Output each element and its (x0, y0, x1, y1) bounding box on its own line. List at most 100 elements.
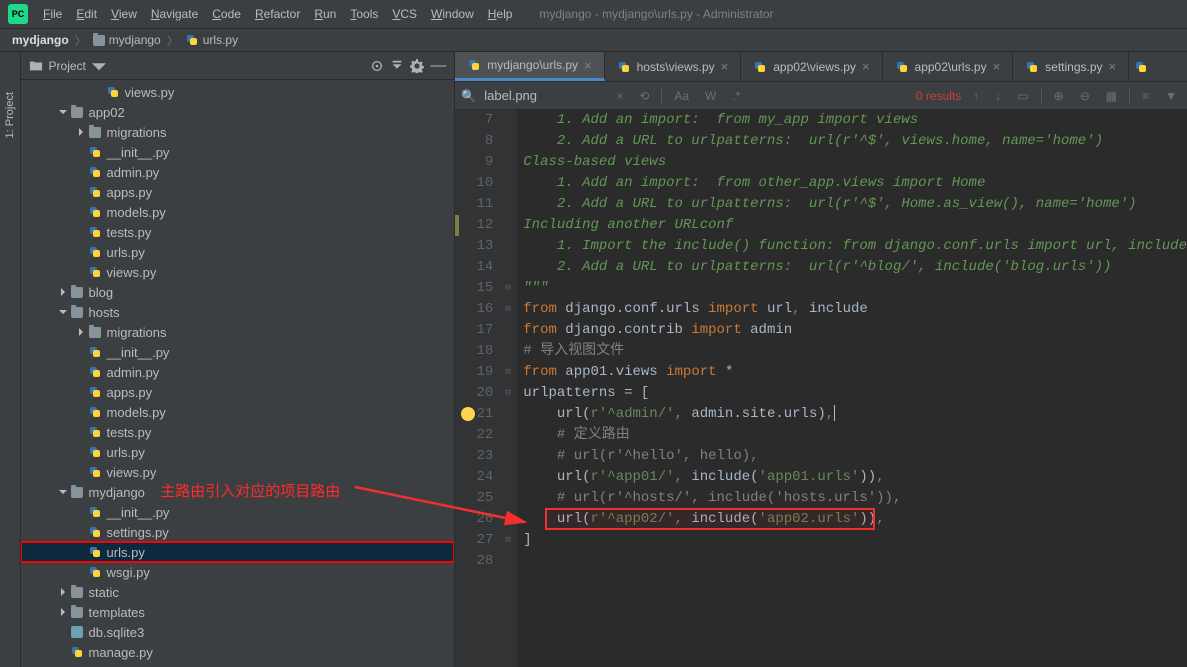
funnel-icon[interactable]: ▼ (1161, 87, 1181, 105)
collapse-icon[interactable] (390, 59, 404, 73)
close-icon[interactable]: × (584, 58, 592, 73)
case-icon[interactable]: Aa (670, 87, 693, 105)
project-tool-tab[interactable]: 1: Project (4, 92, 16, 138)
line-10[interactable]: 1. Add an import: from other_app.views i… (523, 173, 1187, 194)
line-19[interactable]: from app01.views import * (523, 362, 1187, 383)
select-all-icon[interactable]: ▭ (1013, 87, 1032, 105)
line-17[interactable]: from django.contrib import admin (523, 320, 1187, 341)
remove-selection-icon[interactable]: ⊖ (1076, 87, 1094, 105)
close-icon[interactable]: × (1109, 59, 1117, 74)
close-icon[interactable]: × (721, 59, 729, 74)
tree-node-wsgi.py[interactable]: wsgi.py (21, 562, 455, 582)
menu-navigate[interactable]: Navigate (144, 3, 205, 25)
tree-node-mydjango[interactable]: mydjango (21, 482, 455, 502)
tree-node-views.py[interactable]: views.py (21, 462, 455, 482)
regex-icon[interactable]: .* (728, 87, 744, 105)
tree-node-__init__.py[interactable]: __init__.py (21, 342, 455, 362)
tree-node-tests.py[interactable]: tests.py (21, 422, 455, 442)
tree-node-models.py[interactable]: models.py (21, 402, 455, 422)
code-content[interactable]: 1. Add an import: from my_app import vie… (517, 110, 1187, 667)
history-icon[interactable]: ⟲ (635, 87, 653, 105)
line-22[interactable]: # 定义路由 (523, 425, 1187, 446)
line-20[interactable]: urlpatterns = [ (523, 383, 1187, 404)
menu-vcs[interactable]: VCS (385, 3, 424, 25)
tool-window-strip[interactable]: 1: Project (0, 52, 21, 667)
crumb-2[interactable]: urls.py (181, 33, 242, 47)
tree-node-settings.py[interactable]: settings.py (21, 522, 455, 542)
tab-hosts-views-py[interactable]: hosts\views.py× (605, 52, 742, 81)
tab-settings-py[interactable]: settings.py× (1013, 52, 1129, 81)
line-9[interactable]: Class-based views (523, 152, 1187, 173)
tree-node-models.py[interactable]: models.py (21, 202, 455, 222)
line-7[interactable]: 1. Add an import: from my_app import vie… (523, 110, 1187, 131)
line-18[interactable]: # 导入视图文件 (523, 341, 1187, 362)
prev-icon[interactable]: ↑ (969, 87, 983, 105)
scope-icon[interactable] (370, 59, 384, 73)
menu-view[interactable]: View (104, 3, 144, 25)
tree-node-apps.py[interactable]: apps.py (21, 182, 455, 202)
tree-node-admin.py[interactable]: admin.py (21, 162, 455, 182)
line-28[interactable] (523, 551, 1187, 572)
tree-node-__init__.py[interactable]: __init__.py (21, 502, 455, 522)
tree-node-urls.py[interactable]: urls.py (21, 442, 455, 462)
tree-node-tests.py[interactable]: tests.py (21, 222, 455, 242)
menu-refactor[interactable]: Refactor (248, 3, 307, 25)
line-15[interactable]: """ (523, 278, 1187, 299)
dropdown-icon[interactable] (92, 59, 106, 73)
close-icon[interactable]: × (993, 59, 1001, 74)
line-21[interactable]: url(r'^admin/', admin.site.urls), (523, 404, 1187, 425)
gutter[interactable]: 7891011121314151617181920212223242526272… (455, 110, 503, 667)
tree-node-app02[interactable]: app02 (21, 102, 455, 122)
menu-file[interactable]: File (36, 3, 69, 25)
more-tabs-icon[interactable] (1129, 52, 1153, 81)
menu-tools[interactable]: Tools (343, 3, 385, 25)
menu-help[interactable]: Help (481, 3, 520, 25)
tree-node-urls.py[interactable]: urls.py (21, 242, 455, 262)
tree-node-admin.py[interactable]: admin.py (21, 362, 455, 382)
tree-node-db.sqlite3[interactable]: db.sqlite3 (21, 622, 455, 642)
tree-node-migrations[interactable]: migrations (21, 322, 455, 342)
tree-node-views.py[interactable]: views.py (21, 262, 455, 282)
words-icon[interactable]: W (701, 87, 720, 105)
tree-node-manage.py[interactable]: manage.py (21, 642, 455, 662)
tree-node-urls.py[interactable]: urls.py (21, 542, 455, 562)
tree-node-blog[interactable]: blog (21, 282, 455, 302)
crumb-1[interactable]: mydjango (89, 33, 165, 47)
menu-code[interactable]: Code (205, 3, 248, 25)
code-editor[interactable]: 7891011121314151617181920212223242526272… (455, 110, 1187, 667)
menu-window[interactable]: Window (424, 3, 481, 25)
line-8[interactable]: 2. Add a URL to urlpatterns: url(r'^$', … (523, 131, 1187, 152)
select-all-occurrences-icon[interactable]: ▦ (1102, 87, 1121, 105)
clear-icon[interactable]: × (612, 87, 627, 105)
line-14[interactable]: 2. Add a URL to urlpatterns: url(r'^blog… (523, 257, 1187, 278)
filter-icon[interactable]: ≡ (1138, 87, 1153, 105)
tab-app02-urls-py[interactable]: app02\urls.py× (883, 52, 1014, 81)
tree-node-apps.py[interactable]: apps.py (21, 382, 455, 402)
crumb-0[interactable]: mydjango (8, 33, 73, 47)
tab-app02-views-py[interactable]: app02\views.py× (741, 52, 882, 81)
line-12[interactable]: Including another URLconf (523, 215, 1187, 236)
tree-node-views.py[interactable]: views.py (21, 82, 455, 102)
project-tree[interactable]: views.pyapp02migrations__init__.pyadmin.… (21, 80, 455, 667)
tree-node-migrations[interactable]: migrations (21, 122, 455, 142)
line-25[interactable]: # url(r'^hosts/', include('hosts.urls'))… (523, 488, 1187, 509)
tree-node-static[interactable]: static (21, 582, 455, 602)
line-16[interactable]: from django.conf.urls import url, includ… (523, 299, 1187, 320)
line-11[interactable]: 2. Add a URL to urlpatterns: url(r'^$', … (523, 194, 1187, 215)
fold-column[interactable]: ⊟⊟⊟⊟⊟ (503, 110, 517, 667)
line-27[interactable]: ] (523, 530, 1187, 551)
line-13[interactable]: 1. Import the include() function: from d… (523, 236, 1187, 257)
tree-node-__init__.py[interactable]: __init__.py (21, 142, 455, 162)
next-icon[interactable]: ↓ (991, 87, 1005, 105)
search-input[interactable] (484, 88, 604, 103)
menu-edit[interactable]: Edit (69, 3, 104, 25)
tree-node-hosts[interactable]: hosts (21, 302, 455, 322)
hide-icon[interactable]: — (430, 57, 446, 75)
menu-run[interactable]: Run (307, 3, 343, 25)
line-24[interactable]: url(r'^app01/', include('app01.urls')), (523, 467, 1187, 488)
close-icon[interactable]: × (862, 59, 870, 74)
tree-node-templates[interactable]: templates (21, 602, 455, 622)
project-pane-title[interactable]: Project (49, 59, 86, 73)
tab-mydjango-urls-py[interactable]: mydjango\urls.py× (455, 52, 604, 81)
line-23[interactable]: # url(r'^hello', hello), (523, 446, 1187, 467)
